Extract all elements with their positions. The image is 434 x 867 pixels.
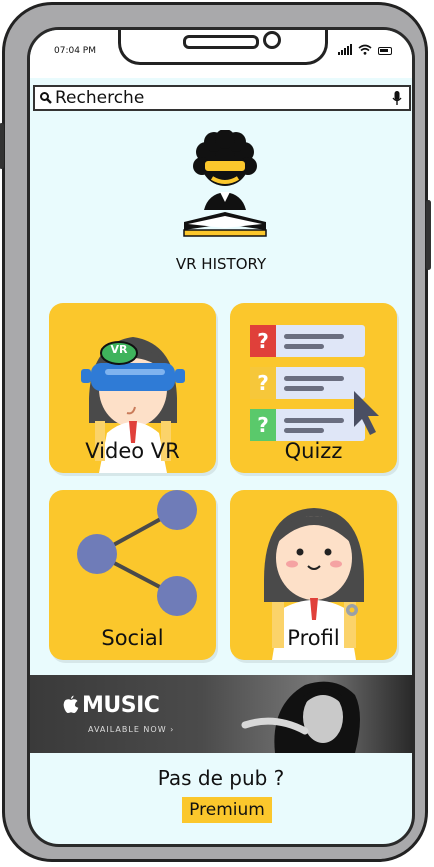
svg-text:?: ? <box>257 329 269 353</box>
profil-tile[interactable]: Profil <box>230 490 397 660</box>
search-icon <box>40 92 52 104</box>
app-title: VR HISTORY <box>175 255 267 273</box>
speaker <box>183 35 259 49</box>
vr-history-logo <box>183 130 267 237</box>
search-input[interactable]: Recherche <box>55 88 391 108</box>
status-bar: 07:04 PM <box>30 30 412 78</box>
tile-label-video-vr: Video VR <box>85 439 180 463</box>
ad-banner[interactable]: MUSIC AVAILABLE NOW › <box>30 675 412 753</box>
tile-label-quizz: Quizz <box>284 439 343 463</box>
ad-person-image <box>241 681 360 753</box>
microphone-icon[interactable] <box>391 90 403 106</box>
search-bar[interactable]: Recherche <box>33 85 411 111</box>
status-time: 07:04 PM <box>54 46 96 56</box>
premium-button[interactable]: Premium <box>182 797 272 823</box>
screen: 07:04 PM Recherche VR HISTORY VR Video V… <box>27 27 415 847</box>
video-vr-tile[interactable]: VR Video VR <box>49 303 216 473</box>
svg-text:?: ? <box>257 413 269 437</box>
tile-label-social: Social <box>101 626 164 650</box>
vr-badge: VR <box>110 343 128 356</box>
quizz-tile[interactable]: ? ? ? Quizz <box>230 303 397 473</box>
social-tile[interactable]: Social <box>49 490 216 660</box>
status-icons <box>338 44 392 55</box>
front-camera <box>263 31 281 49</box>
power-button <box>426 200 431 270</box>
notch <box>118 30 328 65</box>
wifi-icon <box>358 44 372 55</box>
ad-brand: MUSIC <box>82 693 160 718</box>
ad-subtitle: AVAILABLE NOW › <box>88 725 175 734</box>
no-ads-prompt: Pas de pub ? <box>157 766 285 790</box>
svg-text:?: ? <box>257 371 269 395</box>
tile-label-profil: Profil <box>287 626 340 650</box>
phone-frame: 07:04 PM Recherche VR HISTORY VR Video V… <box>0 2 431 862</box>
apple-logo-icon <box>63 695 79 713</box>
signal-icon <box>338 44 352 55</box>
battery-icon <box>378 47 392 55</box>
volume-button <box>0 123 4 169</box>
